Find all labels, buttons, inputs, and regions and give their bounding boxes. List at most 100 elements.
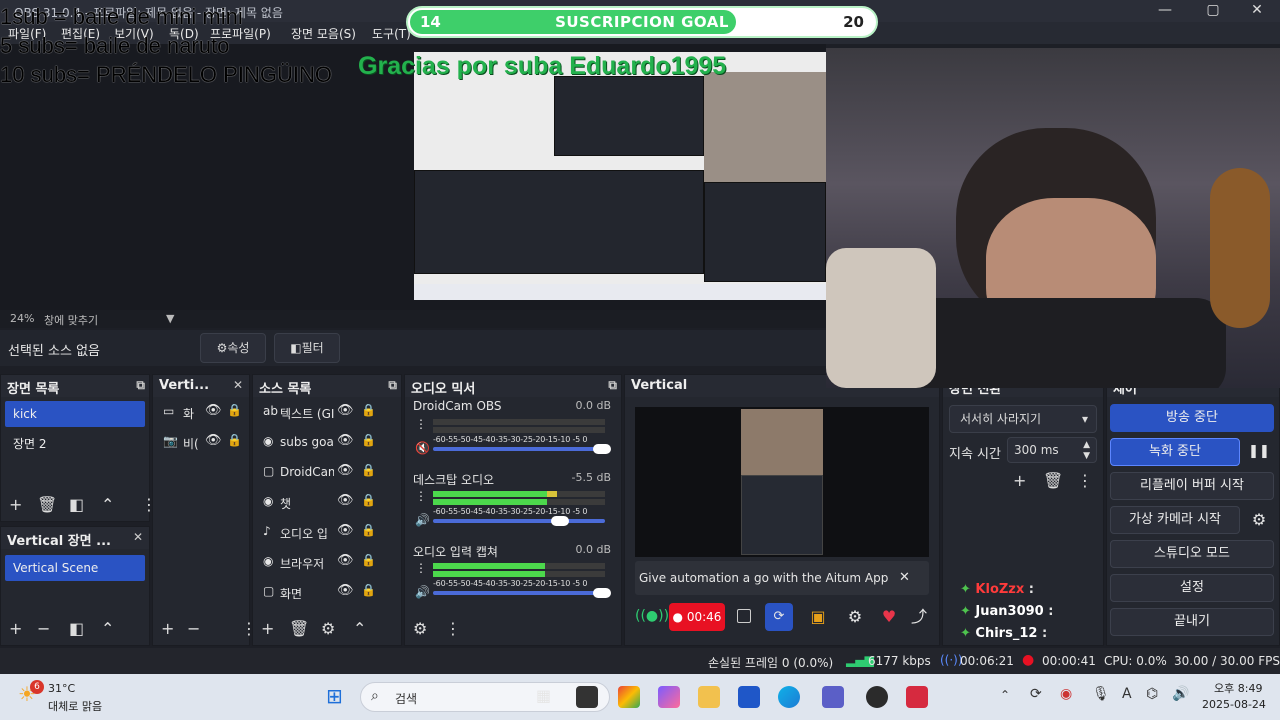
maximize-button[interactable]: ▢ bbox=[1190, 0, 1236, 22]
vertical-record-button[interactable]: ● 00:46 bbox=[669, 603, 725, 631]
chevron-up-icon[interactable]: ⌃ bbox=[353, 619, 366, 638]
eye-icon[interactable]: 👁 bbox=[337, 493, 354, 508]
replay-buffer-button[interactable]: 리플레이 버퍼 시작 bbox=[1110, 472, 1274, 500]
lock-icon[interactable]: 🔒 bbox=[361, 493, 376, 507]
tray-app-icon[interactable]: ◉ bbox=[1060, 686, 1072, 702]
lock-icon[interactable]: 🔒 bbox=[361, 433, 376, 447]
close-button[interactable]: ✕ bbox=[1234, 0, 1280, 22]
eye-icon[interactable]: 👁 bbox=[205, 433, 222, 448]
pause-record-icon[interactable]: ❚❚ bbox=[1244, 438, 1274, 466]
volume-icon[interactable]: 🔊 bbox=[1172, 686, 1189, 702]
eye-icon[interactable]: 👁 bbox=[337, 463, 354, 478]
speaker-icon[interactable]: 🔊 bbox=[415, 585, 430, 599]
eye-icon[interactable]: 👁 bbox=[337, 583, 354, 598]
gear-icon[interactable]: ⚙ bbox=[413, 619, 427, 638]
undock-icon[interactable]: ⧉ bbox=[136, 378, 145, 393]
volume-knob[interactable] bbox=[592, 444, 611, 454]
gear-icon[interactable]: ⚙ bbox=[1244, 506, 1274, 534]
windows-start-icon[interactable]: ⊞ bbox=[326, 684, 343, 708]
eye-icon[interactable]: 👁 bbox=[337, 433, 354, 448]
volume-slider[interactable] bbox=[433, 447, 605, 451]
lock-icon[interactable]: 🔒 bbox=[227, 403, 242, 417]
teams-icon[interactable] bbox=[822, 686, 844, 708]
add-icon[interactable]: + bbox=[161, 619, 174, 638]
scene-item[interactable]: kick bbox=[5, 401, 145, 427]
stream-icon[interactable]: ((●)) bbox=[635, 603, 669, 629]
undock-icon[interactable]: ⧉ bbox=[608, 378, 617, 393]
speaker-icon[interactable]: 🔊 bbox=[415, 513, 430, 527]
sync-icon[interactable]: ⟳ bbox=[1030, 686, 1042, 702]
volume-slider[interactable] bbox=[433, 591, 605, 595]
lock-icon[interactable]: 🔒 bbox=[227, 433, 242, 447]
filter-icon[interactable]: ◧ bbox=[69, 495, 84, 514]
source-item[interactable]: ◉ 브라우저 👁 🔒 bbox=[253, 547, 401, 577]
add-icon[interactable]: + bbox=[261, 619, 274, 638]
screenshot-icon[interactable]: ▣ bbox=[805, 603, 831, 631]
lock-icon[interactable]: 🔒 bbox=[361, 523, 376, 537]
trash-icon[interactable]: 🗑 bbox=[37, 495, 57, 514]
more-icon[interactable]: ⋮ bbox=[445, 619, 461, 638]
eye-icon[interactable]: 👁 bbox=[337, 523, 354, 538]
virtual-camera-button[interactable]: 가상 카메라 시작 bbox=[1110, 506, 1240, 534]
trash-icon[interactable]: 🗑 bbox=[289, 619, 309, 638]
source-item[interactable]: ◉ 챗 👁 🔒 bbox=[253, 487, 401, 517]
ime-icon[interactable]: A bbox=[1122, 686, 1132, 702]
lock-icon[interactable]: 🔒 bbox=[361, 403, 376, 417]
share-icon[interactable]: ⤴ bbox=[907, 603, 931, 631]
lock-icon[interactable]: 🔒 bbox=[361, 583, 376, 597]
chrome-icon[interactable] bbox=[618, 686, 640, 708]
checkbox-icon[interactable] bbox=[737, 609, 751, 623]
filter-icon[interactable]: ◧ bbox=[69, 619, 84, 638]
chevron-up-icon[interactable]: ⌃ bbox=[101, 619, 114, 638]
heart-icon[interactable]: ♥ bbox=[877, 603, 901, 631]
volume-knob[interactable] bbox=[551, 516, 570, 526]
chevron-up-icon[interactable]: ⌃ bbox=[101, 495, 114, 514]
gear-icon[interactable]: ⚙ bbox=[843, 603, 867, 631]
gear-icon[interactable]: ⚙ bbox=[321, 619, 335, 638]
settings-button[interactable]: 설정 bbox=[1110, 574, 1274, 602]
properties-button[interactable]: ⚙속성 bbox=[200, 333, 266, 363]
vertical-scene-item[interactable]: Vertical Scene bbox=[5, 555, 145, 581]
stop-record-button[interactable]: 녹화 중단 bbox=[1110, 438, 1240, 466]
undock-icon[interactable]: ⧉ bbox=[388, 378, 397, 393]
remove-icon[interactable]: − bbox=[37, 619, 50, 638]
add-icon[interactable]: + bbox=[1013, 471, 1026, 490]
muted-speaker-icon[interactable]: 🔇 bbox=[415, 441, 430, 455]
volume-slider[interactable] bbox=[433, 519, 605, 523]
vertical-source-item[interactable]: ▭ 화 👁 🔒 bbox=[153, 397, 249, 427]
zoom-dropdown-icon[interactable]: ▼ bbox=[166, 312, 174, 325]
source-item[interactable]: ▢ DroidCam 👁 🔒 bbox=[253, 457, 401, 487]
source-item[interactable]: ◉ subs goal 👁 🔒 bbox=[253, 427, 401, 457]
close-icon[interactable]: ✕ bbox=[899, 570, 910, 585]
more-icon[interactable]: ⋮ bbox=[1077, 471, 1093, 490]
lock-icon[interactable]: 🔒 bbox=[361, 463, 376, 477]
replay-icon[interactable]: ⟳ bbox=[765, 603, 793, 631]
source-item[interactable]: ♪ 오디오 입 👁 🔒 bbox=[253, 517, 401, 547]
more-icon[interactable]: ⋮ bbox=[415, 489, 427, 503]
stop-stream-button[interactable]: 방송 중단 bbox=[1110, 404, 1274, 432]
exit-button[interactable]: 끝내기 bbox=[1110, 608, 1274, 636]
volume-knob[interactable] bbox=[592, 588, 611, 598]
vertical-preview[interactable] bbox=[635, 407, 929, 557]
close-icon[interactable]: ✕ bbox=[233, 378, 243, 392]
eye-icon[interactable]: 👁 bbox=[205, 403, 222, 418]
menu-tools[interactable]: 도구(T) bbox=[372, 25, 411, 42]
duration-input[interactable]: 300 ms ▲ ▼ bbox=[1007, 437, 1097, 463]
trash-icon[interactable]: 🗑 bbox=[1043, 471, 1063, 490]
remove-icon[interactable]: − bbox=[187, 619, 200, 638]
edge-icon[interactable] bbox=[778, 686, 800, 708]
source-item[interactable]: ▢ 화면 👁 🔒 bbox=[253, 577, 401, 607]
chevron-up-icon[interactable]: ⌃ bbox=[1000, 688, 1010, 702]
stepper-icon[interactable]: ▲ ▼ bbox=[1083, 440, 1090, 462]
close-icon[interactable]: ✕ bbox=[133, 530, 143, 544]
eye-icon[interactable]: 👁 bbox=[337, 403, 354, 418]
lock-icon[interactable]: 🔒 bbox=[361, 553, 376, 567]
news-icon[interactable]: ▦ bbox=[536, 686, 551, 705]
mic-icon[interactable]: 🎙 bbox=[1092, 686, 1110, 702]
taskbar-search[interactable]: ⌕ 검색 bbox=[360, 682, 610, 712]
network-icon[interactable]: ⌬ bbox=[1146, 686, 1158, 702]
more-icon[interactable]: ⋮ bbox=[415, 417, 427, 431]
copilot-icon[interactable] bbox=[658, 686, 680, 708]
source-item[interactable]: ab 텍스트 (GI 👁 🔒 bbox=[253, 397, 401, 427]
filters-button[interactable]: ◧필터 bbox=[274, 333, 340, 363]
